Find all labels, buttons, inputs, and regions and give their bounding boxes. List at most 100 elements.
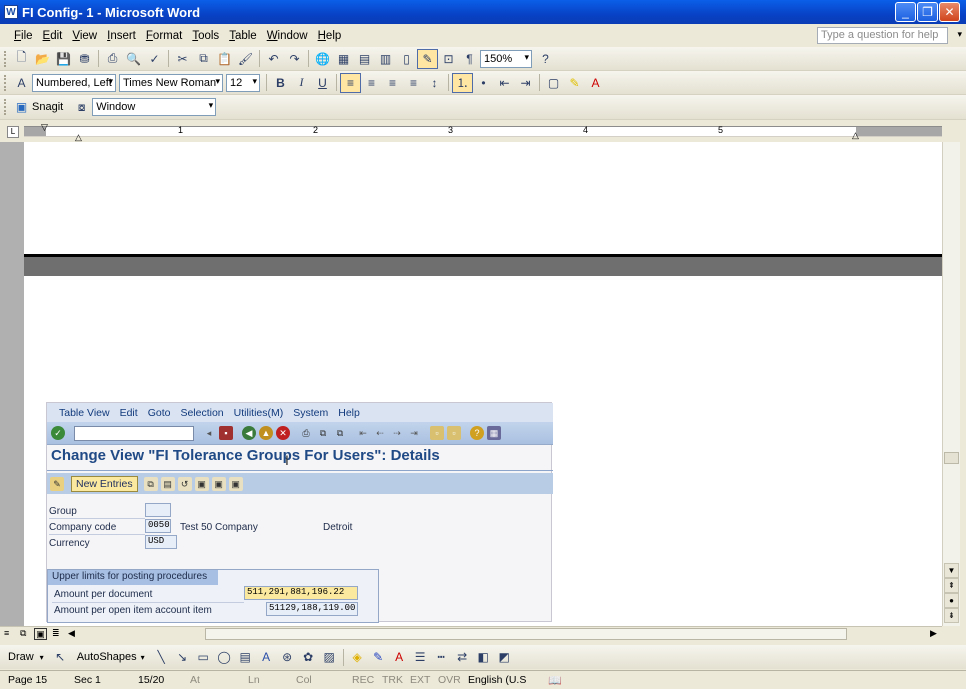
font-size-select[interactable]: 12 <box>226 73 260 92</box>
line-spacing-icon[interactable]: ↕ <box>424 73 445 93</box>
arrow-icon[interactable]: ↘ <box>172 647 193 667</box>
italic-button[interactable]: I <box>291 73 312 93</box>
restore-button[interactable]: ❐ <box>917 2 938 22</box>
toolbar-grip[interactable] <box>4 50 7 67</box>
bullets-icon[interactable]: • <box>473 73 494 93</box>
snagit-button[interactable]: Snagit <box>32 101 63 113</box>
paste-icon[interactable]: 📋 <box>214 49 235 69</box>
align-right-icon[interactable]: ≡ <box>382 73 403 93</box>
word-app-icon[interactable]: W <box>4 5 18 19</box>
shadow-style-icon[interactable]: ◧ <box>473 647 494 667</box>
capture-mode-select[interactable]: Window <box>92 98 217 116</box>
fill-color-icon[interactable]: ◈ <box>347 647 368 667</box>
ask-question-input[interactable]: Type a question for help <box>817 27 948 44</box>
menu-view[interactable]: View <box>70 30 105 42</box>
3d-style-icon[interactable]: ◩ <box>494 647 515 667</box>
spelling-icon[interactable]: ✓ <box>144 49 165 69</box>
first-line-indent-marker[interactable]: ▽ <box>41 122 48 133</box>
rectangle-icon[interactable]: ▭ <box>193 647 214 667</box>
insert-excel-icon[interactable]: ▥ <box>375 49 396 69</box>
next-page-icon[interactable]: ⇟ <box>944 608 959 623</box>
wordart-icon[interactable]: A <box>256 647 277 667</box>
status-rec[interactable]: REC <box>344 674 374 686</box>
font-color-draw-icon[interactable]: A <box>389 647 410 667</box>
increase-indent-icon[interactable]: ⇥ <box>515 73 536 93</box>
cut-icon[interactable]: ✂ <box>172 49 193 69</box>
clip-art-icon[interactable]: ✿ <box>298 647 319 667</box>
text-box-icon[interactable]: ▤ <box>235 647 256 667</box>
scroll-thumb[interactable] <box>944 452 959 464</box>
minimize-button[interactable]: _ <box>895 2 916 22</box>
tables-borders-icon[interactable]: ▦ <box>333 49 354 69</box>
status-trk[interactable]: TRK <box>374 674 403 686</box>
hyperlink-icon[interactable]: 🌐 <box>312 49 333 69</box>
page-top[interactable]: Table View Edit Goto Selection Utilities… <box>24 276 942 626</box>
draw-menu-button[interactable]: Draw <box>8 651 34 663</box>
bold-button[interactable]: B <box>270 73 291 93</box>
menu-table[interactable]: Table <box>227 30 265 42</box>
drawing-icon[interactable]: ✎ <box>417 48 438 69</box>
menu-window[interactable]: Window <box>265 30 316 42</box>
right-indent-marker[interactable]: △ <box>852 130 859 141</box>
line-icon[interactable]: ╲ <box>151 647 172 667</box>
page-bottom[interactable] <box>24 142 942 254</box>
draw-dropdown-arrow-icon[interactable]: ▾ <box>40 653 44 662</box>
save-icon[interactable]: 💾 <box>53 49 74 69</box>
numbering-icon[interactable]: ⒈ <box>452 72 473 93</box>
horizontal-ruler[interactable]: 1 2 3 4 5 <box>24 125 942 137</box>
diagram-icon[interactable]: ⊛ <box>277 647 298 667</box>
justify-icon[interactable]: ≡ <box>403 73 424 93</box>
scroll-left-icon[interactable]: ◀ <box>68 628 75 639</box>
status-ext[interactable]: EXT <box>402 674 430 686</box>
style-select[interactable]: Numbered, Left <box>32 73 116 92</box>
scroll-right-icon[interactable]: ▶ <box>930 628 937 639</box>
align-left-icon[interactable]: ≡ <box>340 72 361 93</box>
vertical-scrollbar[interactable]: ▼ ⇞ ● ⇟ <box>942 142 960 626</box>
spelling-status-icon[interactable]: 📖 <box>540 674 564 687</box>
font-select[interactable]: Times New Roman <box>119 73 223 92</box>
status-ovr[interactable]: OVR <box>430 674 461 686</box>
line-color-icon[interactable]: ✎ <box>368 647 389 667</box>
columns-icon[interactable]: ▯ <box>396 49 417 69</box>
menu-format[interactable]: Format <box>144 30 190 42</box>
undo-icon[interactable]: ↶ <box>263 49 284 69</box>
show-hide-icon[interactable]: ¶ <box>459 49 480 69</box>
outline-view-icon[interactable]: ≣ <box>52 628 60 639</box>
line-style-icon[interactable]: ☰ <box>410 647 431 667</box>
align-center-icon[interactable]: ≡ <box>361 73 382 93</box>
scroll-down-icon[interactable]: ▼ <box>944 563 959 578</box>
font-color-icon[interactable]: A <box>585 73 606 93</box>
document-map-icon[interactable]: ⊡ <box>438 49 459 69</box>
styles-icon[interactable]: A <box>11 73 32 93</box>
print-preview-icon[interactable]: 🔍 <box>123 49 144 69</box>
autoshapes-menu-button[interactable]: AutoShapes <box>77 651 137 663</box>
snagit-capture-icon[interactable]: ⧇ <box>71 97 92 117</box>
redo-icon[interactable]: ↷ <box>284 49 305 69</box>
close-button[interactable]: ✕ <box>939 2 960 22</box>
print-icon[interactable]: ⎙ <box>102 49 123 69</box>
previous-page-icon[interactable]: ⇞ <box>944 578 959 593</box>
new-document-icon[interactable]: 🗋 <box>11 49 32 69</box>
copy-icon[interactable]: ⧉ <box>193 49 214 69</box>
arrow-style-icon[interactable]: ⇄ <box>452 647 473 667</box>
select-browse-object-icon[interactable]: ● <box>944 593 959 608</box>
normal-view-icon[interactable]: ≡ <box>4 628 9 638</box>
toolbar-grip[interactable] <box>4 74 7 91</box>
open-folder-icon[interactable]: 📂 <box>32 49 53 69</box>
horizontal-scroll-thumb[interactable] <box>205 628 847 640</box>
toolbar-grip[interactable] <box>4 99 7 115</box>
menu-edit[interactable]: Edit <box>41 30 71 42</box>
menu-insert[interactable]: Insert <box>105 30 144 42</box>
dash-style-icon[interactable]: ┅ <box>431 647 452 667</box>
menu-tools[interactable]: Tools <box>190 30 227 42</box>
insert-table-icon[interactable]: ▤ <box>354 49 375 69</box>
snagit-icon[interactable]: ▣ <box>11 97 32 117</box>
menu-help[interactable]: Help <box>316 30 350 42</box>
menu-file[interactable]: File <box>12 30 41 42</box>
web-layout-icon[interactable]: ⧉ <box>20 628 26 639</box>
underline-button[interactable]: U <box>312 73 333 93</box>
print-layout-icon[interactable]: ▣ <box>34 628 47 640</box>
permission-icon[interactable]: ⛃ <box>74 49 95 69</box>
picture-icon[interactable]: ▨ <box>319 647 340 667</box>
format-painter-icon[interactable]: 🖌 <box>235 49 256 69</box>
